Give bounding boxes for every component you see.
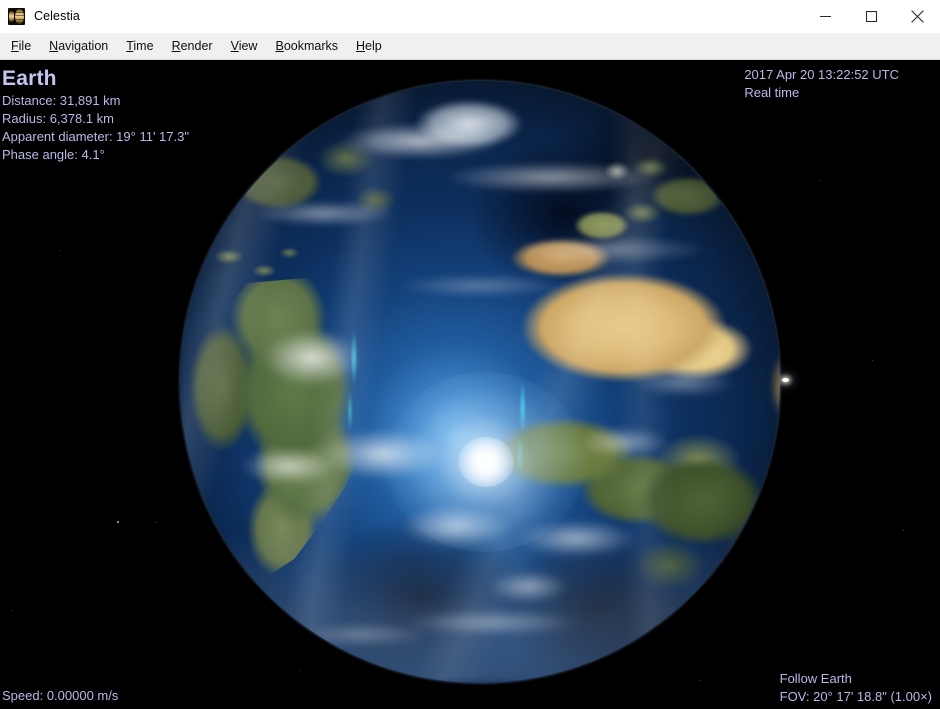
menu-item-view[interactable]: View (222, 34, 267, 59)
menu-mnemonic-navigation: N (49, 38, 59, 53)
menu-label-help: elp (365, 38, 382, 53)
object-phase-angle: Phase angle: 4.1° (2, 147, 105, 162)
camera-info-panel: Follow Earth FOV: 20° 17' 18.8" (1.00×) (780, 670, 932, 706)
window-controls (802, 0, 940, 33)
menu-item-bookmarks[interactable]: Bookmarks (266, 34, 347, 59)
speed-readout: Speed: 0.00000 m/s (2, 688, 119, 703)
bright-point-object (782, 378, 789, 382)
minimize-icon[interactable] (802, 0, 848, 33)
title-bar: Celestia (0, 0, 940, 33)
menu-item-navigation[interactable]: Navigation (40, 34, 117, 59)
menu-mnemonic-bookmarks: B (275, 38, 284, 53)
menu-bar: File Navigation Time Render View Bookmar… (0, 33, 940, 60)
menu-label-time: ime (133, 38, 154, 53)
maximize-icon[interactable] (848, 0, 894, 33)
menu-item-file[interactable]: File (2, 34, 40, 59)
earth-globe[interactable] (176, 77, 784, 687)
object-name: Earth (2, 67, 57, 90)
menu-item-render[interactable]: Render (163, 34, 222, 59)
object-info-panel: Earth Distance: 31,891 km Radius: 6,378.… (2, 66, 189, 164)
menu-label-bookmarks: ookmarks (283, 38, 338, 53)
window-title: Celestia (34, 8, 80, 23)
menu-label-render: ender (180, 38, 213, 53)
celestia-planet-icon (8, 7, 25, 25)
object-distance: Distance: 31,891 km (2, 93, 121, 108)
menu-mnemonic-help: H (356, 38, 366, 53)
camera-mode: Follow Earth (779, 671, 852, 686)
close-icon[interactable] (894, 0, 940, 33)
menu-label-view: iew (238, 38, 258, 53)
camera-fov: FOV: 20° 17' 18.8" (1.00×) (779, 689, 932, 704)
celestia-3d-viewport[interactable]: Earth Distance: 31,891 km Radius: 6,378.… (0, 60, 940, 709)
menu-item-help[interactable]: Help (347, 34, 391, 59)
object-radius: Radius: 6,378.1 km (2, 111, 115, 126)
menu-mnemonic-file: F (11, 38, 19, 53)
object-apparent-diameter: Apparent diameter: 19° 11' 17.3" (2, 129, 189, 144)
menu-label-file: ile (18, 38, 32, 53)
menu-mnemonic-view: V (230, 38, 239, 53)
menu-mnemonic-render: R (171, 38, 181, 53)
limb-darkening (180, 81, 780, 683)
menu-label-navigation: avigation (58, 38, 109, 53)
celestia-window: Celestia File Navigation Time Render Vie… (0, 0, 940, 709)
menu-item-time[interactable]: Time (117, 34, 162, 59)
